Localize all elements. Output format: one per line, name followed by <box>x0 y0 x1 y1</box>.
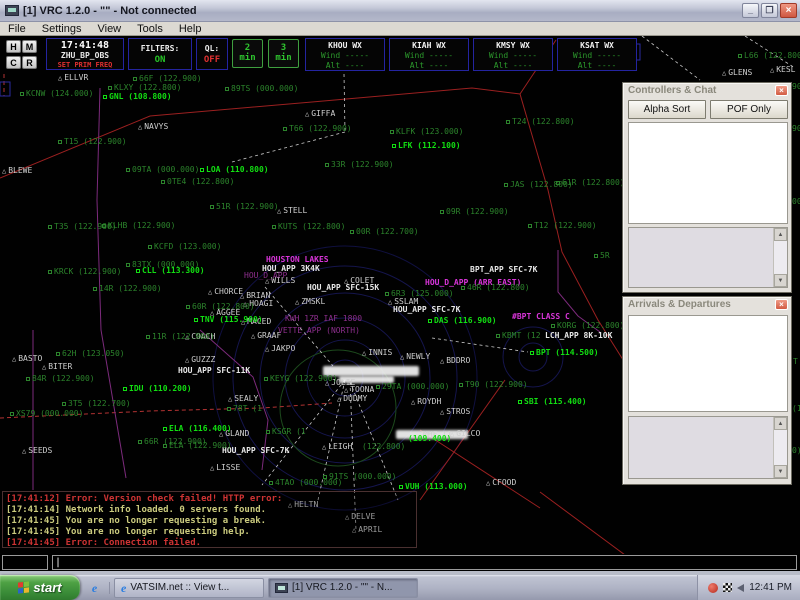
window-title: [1] VRC 1.2.0 - "" - Not connected <box>23 5 740 17</box>
timer-button-2min[interactable]: 2min <box>232 39 263 68</box>
controllers-chat-panel: Controllers & Chat × Alpha Sort POF Only… <box>622 82 792 293</box>
weather-title: KIAH WX <box>390 41 468 51</box>
message-log: [17:41:12] Error: Version check failed! … <box>2 491 417 548</box>
quick-launch: e <box>80 582 110 594</box>
menu-item-help[interactable]: Help <box>171 22 210 36</box>
mode-button-r[interactable]: R <box>22 56 37 69</box>
scroll-up-icon[interactable]: ▲ <box>774 228 787 241</box>
mode-button-m[interactable]: M <box>22 40 37 53</box>
quicklook-value: OFF <box>197 54 227 66</box>
scroll-down-icon[interactable]: ▼ <box>774 465 787 478</box>
scroll-down-icon[interactable]: ▼ <box>774 274 787 287</box>
weather-wind: Wind ----- <box>558 51 636 61</box>
mode-button-c[interactable]: C <box>6 56 21 69</box>
vrc-app-icon <box>5 5 19 16</box>
controllers-chat-titlebar: Controllers & Chat × <box>623 83 791 97</box>
title-bar: [1] VRC 1.2.0 - "" - Not connected _ ❐ × <box>0 0 800 22</box>
clock-panel: 17:41:48 ZHU_BP_OBS SET PRIM FREQ <box>46 38 124 70</box>
arrivals-departures-titlebar: Arrivals & Departures × <box>623 297 791 311</box>
arrivals-departures-title: Arrivals & Departures <box>628 299 775 310</box>
weather-panel-khou: KHOU WXWind -----Alt ---- <box>305 38 385 71</box>
log-line: [17:41:12] Error: Version check failed! … <box>6 494 413 505</box>
controller-list[interactable] <box>628 122 788 224</box>
tray-app-icon[interactable] <box>723 583 732 592</box>
weather-panel-kmsy: KMSY WXWind -----Alt ---- <box>473 38 553 71</box>
menu-bar: FileSettingsViewToolsHelp <box>0 22 800 36</box>
maximize-button[interactable]: ❐ <box>761 3 778 18</box>
menu-item-file[interactable]: File <box>0 22 34 36</box>
log-line: [17:41:45] You are no longer requesting … <box>6 516 413 527</box>
command-input[interactable]: | <box>52 555 797 570</box>
vrc-window: △ELLVR△NAVYS△BLEWE△GIFFA△STELL△CHORCE△BR… <box>0 0 800 600</box>
scroll-up-icon[interactable]: ▲ <box>774 417 787 430</box>
task-label: [1] VRC 1.2.0 - "" - N... <box>292 582 392 593</box>
quicklook-label: QL: <box>197 43 227 54</box>
alpha-sort-button[interactable]: Alpha Sort <box>628 100 706 119</box>
mode-button-group: HMCR <box>6 40 42 70</box>
weather-title: KSAT WX <box>558 41 636 51</box>
arrivals-departures-panel: Arrivals & Departures × ▲ ▼ <box>622 296 792 485</box>
log-line: [17:41:45] Error: Connection failed. <box>6 538 413 549</box>
timer-button-3min[interactable]: 3min <box>268 39 299 68</box>
weather-alt: Alt ---- <box>474 61 552 71</box>
log-line: [17:41:14] Network info loaded. 0 server… <box>6 505 413 516</box>
callsign: ZHU_BP_OBS <box>47 51 123 61</box>
taskbar: start e e VATSIM.net :: View t... [1] VRC … <box>0 575 800 600</box>
vrc-monitor-icon <box>275 583 288 593</box>
chat-text-area[interactable]: ▲ ▼ <box>628 227 788 288</box>
weather-panel-kiah: KIAH WXWind -----Alt ---- <box>389 38 469 71</box>
start-button[interactable]: start <box>0 575 80 600</box>
internet-explorer-icon: e <box>121 582 126 594</box>
taskbar-clock: 12:41 PM <box>749 582 792 593</box>
pof-only-button[interactable]: POF Only <box>710 100 788 119</box>
chat-scrollbar[interactable]: ▲ ▼ <box>773 228 787 287</box>
flight-scrollbar[interactable]: ▲ ▼ <box>773 417 787 478</box>
close-button[interactable]: × <box>780 3 797 18</box>
weather-panel-ksat: KSAT WXWind -----Alt ---- <box>557 38 637 71</box>
filters-label: FILTERS: <box>129 43 191 54</box>
weather-alt: Alt ---- <box>558 61 636 71</box>
weather-wind: Wind ----- <box>306 51 384 61</box>
flight-list[interactable] <box>628 315 788 412</box>
log-line: [17:41:45] You are no longer requesting … <box>6 527 413 538</box>
volume-icon[interactable] <box>737 584 744 592</box>
filters-panel[interactable]: FILTERS: ON <box>128 38 192 70</box>
close-icon[interactable]: × <box>775 299 788 310</box>
task-button-list: e VATSIM.net :: View t... [1] VRC 1.2.0 - … <box>110 578 418 598</box>
weather-alt: Alt ---- <box>390 61 468 71</box>
menu-item-view[interactable]: View <box>89 22 129 36</box>
internet-explorer-icon[interactable]: e <box>92 582 97 594</box>
radar-toolbar: HMCR 17:41:48 ZHU_BP_OBS SET PRIM FREQ F… <box>0 36 800 72</box>
quicklook-panel[interactable]: QL: OFF <box>196 38 228 70</box>
system-tray: 12:41 PM <box>697 575 800 600</box>
close-icon[interactable]: × <box>775 85 788 96</box>
weather-wind: Wind ----- <box>474 51 552 61</box>
task-button[interactable]: [1] VRC 1.2.0 - "" - N... <box>268 578 418 598</box>
menu-item-settings[interactable]: Settings <box>34 22 90 36</box>
flight-text-area[interactable]: ▲ ▼ <box>628 416 788 479</box>
weather-title: KMSY WX <box>474 41 552 51</box>
weather-alt: Alt ---- <box>306 61 384 71</box>
mode-button-h[interactable]: H <box>6 40 21 53</box>
start-label: start <box>33 580 61 595</box>
text-caret: | <box>55 556 61 569</box>
clock-time: 17:41:48 <box>47 40 123 51</box>
weather-wind: Wind ----- <box>390 51 468 61</box>
windows-logo-icon <box>18 581 29 593</box>
task-label: VATSIM.net :: View t... <box>130 582 229 593</box>
menu-item-tools[interactable]: Tools <box>129 22 171 36</box>
task-button[interactable]: e VATSIM.net :: View t... <box>114 578 264 598</box>
controllers-chat-title: Controllers & Chat <box>628 85 775 96</box>
weather-title: KHOU WX <box>306 41 384 51</box>
filters-value: ON <box>129 54 191 66</box>
security-alert-icon[interactable] <box>708 583 718 593</box>
primary-freq-alert: SET PRIM FREQ <box>47 61 123 70</box>
minimize-button[interactable]: _ <box>742 3 759 18</box>
radio-selector-box[interactable] <box>2 555 48 570</box>
command-input-row: | <box>0 554 800 571</box>
